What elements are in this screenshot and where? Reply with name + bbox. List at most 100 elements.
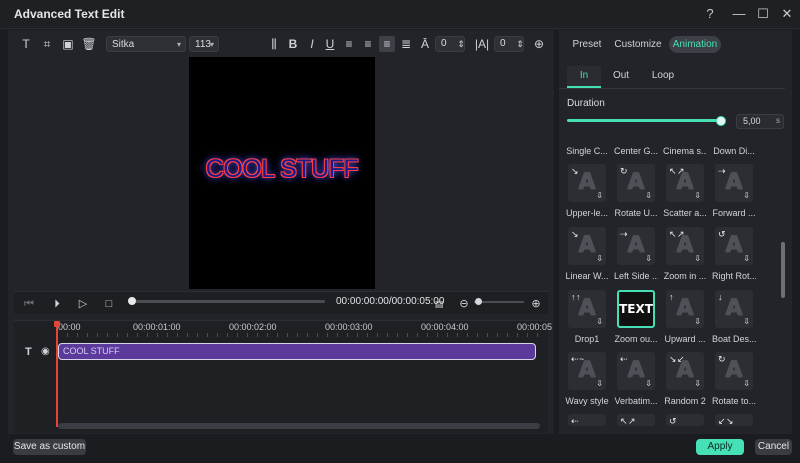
animation-thumb[interactable]: A ↻ ⇩ [715,352,753,390]
animation-name: Random 2 [664,396,706,406]
animation-name: Scatter a... [663,208,707,218]
animation-thumb[interactable]: A ↺ ⇩ [715,227,753,265]
animation-name: Single C... [566,146,608,156]
animation-thumb[interactable]: A ⇢ ⇩ [715,164,753,202]
expand-icon: ↖ ↗ [669,229,685,239]
animation-thumb[interactable]: A ↑ ↑ ⇩ [568,290,606,328]
kerning-icon[interactable]: |A| [474,36,490,52]
eye-icon[interactable]: ◉ [41,346,50,357]
rotate-icon: ↺ [718,229,725,239]
delete-icon[interactable]: 🗑 [81,36,97,52]
font-size-select[interactable]: 113 ▾ [189,36,219,52]
subtab-out[interactable]: Out [607,66,635,86]
stop-icon[interactable]: □ [102,297,116,311]
animation-thumb[interactable]: ⇠ [568,414,606,426]
text-track-icon: T [25,346,32,358]
align-right-icon[interactable]: ≡ [360,36,376,52]
italic-icon[interactable]: I [304,36,320,52]
help-icon[interactable]: ? [701,5,719,23]
save-as-custom-button[interactable]: Save as custom [13,439,86,455]
cancel-button[interactable]: Cancel [755,439,792,455]
animation-thumb[interactable]: ↖ ↗ [617,414,655,426]
ruler-tick: 00:00:01:00 [133,322,181,332]
apply-button[interactable]: Apply [696,439,744,455]
font-size-value: 113 [195,39,211,50]
animation-thumb-selected[interactable]: TEXT [617,290,655,328]
tab-preset[interactable]: Preset [568,36,606,53]
align-left-icon[interactable]: ≡ [341,36,357,52]
stepper-icon[interactable]: ⇕ [512,36,528,52]
animation-thumb[interactable]: A ⇢ ⇩ [617,227,655,265]
ruler-tick: 00:00:05 [517,322,553,332]
animation-thumb[interactable]: A ↑ ⇩ [666,290,704,328]
animation-name: Zoom ou... [614,334,658,344]
underline-icon[interactable]: U [322,36,338,52]
scrubber-track[interactable] [130,300,325,303]
selected-thumb-text: TEXT [619,302,653,316]
animation-thumb[interactable]: A ↘ ⇩ [568,227,606,265]
animation-name: Verbatim... [614,396,658,406]
tab-customize[interactable]: Customize [613,36,663,53]
stepper-icon[interactable]: ⇕ [453,36,469,52]
animation-thumb[interactable]: A ↓ ⇩ [715,290,753,328]
animation-name: Boat Des... [712,334,756,344]
align-center-icon[interactable]: ≡ [379,36,395,52]
duration-slider-handle[interactable] [716,116,726,126]
playhead[interactable] [56,323,58,427]
playhead-handle[interactable] [54,321,60,327]
animation-thumb[interactable]: A ⇠ ~ ⇩ [568,352,606,390]
font-select[interactable]: Sitka ▾ [106,36,186,52]
play-icon[interactable]: ▷ [76,297,90,311]
maximize-icon[interactable]: ☐ [754,5,772,23]
arrow-icon: ↘ [571,166,578,176]
zoom-fit-icon[interactable]: ⊕ [531,36,547,52]
transform-icon[interactable]: ⌗ [39,36,55,52]
timecode: 00:00:00:00/00:00:05:00 [336,296,445,307]
image-icon[interactable]: ▣ [60,36,76,52]
line-spacing-icon[interactable]: Ā [417,36,433,52]
duration-slider[interactable] [567,119,722,122]
forward-icon: ⇢ [718,166,725,176]
animation-list-scrollbar[interactable] [781,242,785,298]
text-tool-icon[interactable]: T [18,36,34,52]
timeline-scrollbar[interactable] [58,423,540,429]
arrow-icon: ⇠ [571,416,578,426]
animation-name: Center G... [614,146,658,156]
zoom-in-icon[interactable]: ⊕ [529,297,543,311]
animation-thumb[interactable]: ↺ [666,414,704,426]
animation-name: Zoom in ... [663,271,707,281]
animation-name: Down Di... [713,146,755,156]
tab-animation[interactable]: Animation [669,36,721,53]
verbatim-icon: ⇠ [620,354,627,364]
text-direction-icon[interactable]: ⫼ [266,36,282,52]
preview-text[interactable]: COOL STUFF [189,155,375,184]
font-value: Sitka [112,39,135,50]
animation-name: Drop1 [574,334,600,344]
window-title: Advanced Text Edit [14,7,125,21]
animation-thumb[interactable]: A ↖ ↗ ⇩ [666,164,704,202]
animation-thumb[interactable]: A ↖ ↗ ⇩ [666,227,704,265]
close-icon[interactable]: ✕ [778,5,796,23]
text-clip[interactable]: COOL STUFF [58,343,536,360]
prev-frame-icon[interactable]: ⏮ [22,297,36,311]
minimize-icon[interactable]: — [730,5,748,23]
title-bar: Advanced Text Edit [0,0,800,29]
animation-thumb[interactable]: A ↻ ⇩ [617,164,655,202]
zoom-slider-handle[interactable] [475,298,482,305]
bold-icon[interactable]: B [285,36,301,52]
duration-label: Duration [567,98,605,109]
animation-thumb[interactable]: A ⇠ ⇩ [617,352,655,390]
subtab-loop[interactable]: Loop [646,66,680,86]
wave-icon: ⇠ ~ [571,354,584,364]
ruler[interactable] [57,333,546,337]
animation-thumb[interactable]: ↙ ↘ [715,414,753,426]
animation-thumb[interactable]: A ↘ ↙ ⇩ [666,352,704,390]
step-play-icon[interactable]: ⏵ [50,297,64,311]
align-justify-icon[interactable]: ≣ [398,36,414,52]
scrubber-handle[interactable] [128,297,136,305]
zoom-out-icon[interactable]: ⊖ [457,297,471,311]
subtab-in[interactable]: In [567,66,601,88]
animation-name: Forward ... [712,208,756,218]
animation-name: Right Rot... [712,271,756,281]
animation-thumb[interactable]: A ↘ ⇩ [568,164,606,202]
